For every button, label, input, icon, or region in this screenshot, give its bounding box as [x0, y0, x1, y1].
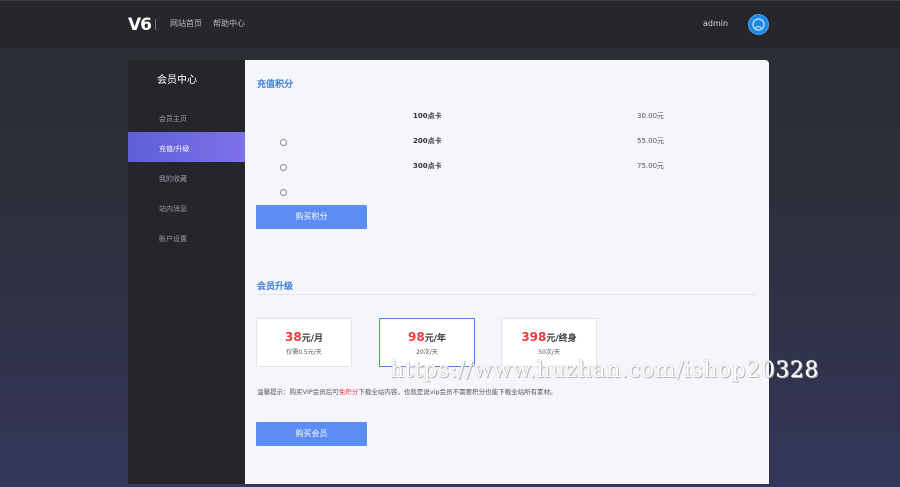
package-price: 55.00元 — [637, 137, 665, 145]
plan-price: 98元/年 — [380, 330, 474, 344]
plan-price: 38元/月 — [257, 330, 351, 344]
nav-link-home[interactable]: 网站首页 — [170, 18, 202, 29]
notice-prefix: 温馨提示：购买VIP会员后可 — [257, 388, 339, 396]
plan-unit: 元/年 — [424, 334, 446, 344]
package-price: 75.00元 — [637, 162, 665, 170]
username-label[interactable]: admin — [703, 19, 728, 28]
package-radio-100[interactable] — [280, 139, 287, 146]
package-name: 300点卡 — [413, 162, 442, 170]
nav-divider — [155, 19, 156, 30]
plan-price: 398元/终身 — [502, 330, 596, 344]
plan-note: 50次/天 — [538, 349, 560, 356]
sidebar-item-messages[interactable]: 站内消息 — [128, 192, 245, 222]
package-name: 100点卡 — [413, 112, 442, 120]
buy-membership-button[interactable]: 购买会员 — [256, 422, 367, 446]
plan-unit: 元/终身 — [546, 334, 577, 344]
user-avatar-icon[interactable] — [748, 14, 769, 35]
package-name: 200点卡 — [413, 137, 442, 145]
recharge-section-title: 充值积分 — [257, 80, 294, 90]
plan-amount: 38 — [285, 330, 302, 344]
buy-points-button[interactable]: 购买积分 — [256, 205, 367, 229]
plan-note: 20次/天 — [416, 349, 438, 356]
plan-note: 仅需0.5元/天 — [286, 349, 322, 356]
sidebar-item-settings[interactable]: 账户设置 — [128, 222, 245, 252]
notice-suffix: 下载全站内容，也就是说vip会员不需要积分也能下载全站所有素材。 — [358, 388, 557, 396]
plan-card-monthly[interactable]: 38元/月 仅需0.5元/天 — [256, 318, 352, 367]
sidebar-title: 会员中心 — [157, 75, 197, 86]
plan-amount: 98 — [408, 330, 425, 344]
package-radio-200[interactable] — [280, 164, 287, 171]
watermark-text: https://www.huzhan.com/ishop20328 — [390, 358, 819, 383]
sidebar-item-favorites[interactable]: 我的收藏 — [128, 162, 245, 192]
top-navbar: V6 网站首页 帮助中心 admin — [0, 0, 900, 48]
notice-highlight: 免积分 — [338, 388, 359, 396]
main-content: 充值积分 100点卡 30.00元 200点卡 55.00元 300点卡 75.… — [245, 60, 769, 484]
plan-unit: 元/月 — [301, 334, 323, 344]
member-sidebar: 会员中心 会员主页 充值/升级 我的收藏 站内消息 账户设置 — [128, 60, 245, 484]
upgrade-section-title: 会员升级 — [257, 282, 294, 292]
plan-amount: 398 — [521, 330, 547, 344]
sidebar-item-home[interactable]: 会员主页 — [128, 102, 245, 132]
site-logo[interactable]: V6 — [128, 15, 152, 35]
vip-notice: 温馨提示：购买VIP会员后可免积分下载全站内容，也就是说vip会员不需要积分也能… — [257, 386, 557, 396]
nav-link-help[interactable]: 帮助中心 — [213, 18, 245, 29]
package-radio-300[interactable] — [280, 189, 287, 196]
package-price: 30.00元 — [637, 112, 665, 120]
section-divider — [257, 294, 757, 295]
sidebar-item-recharge[interactable]: 充值/升级 — [128, 132, 245, 162]
